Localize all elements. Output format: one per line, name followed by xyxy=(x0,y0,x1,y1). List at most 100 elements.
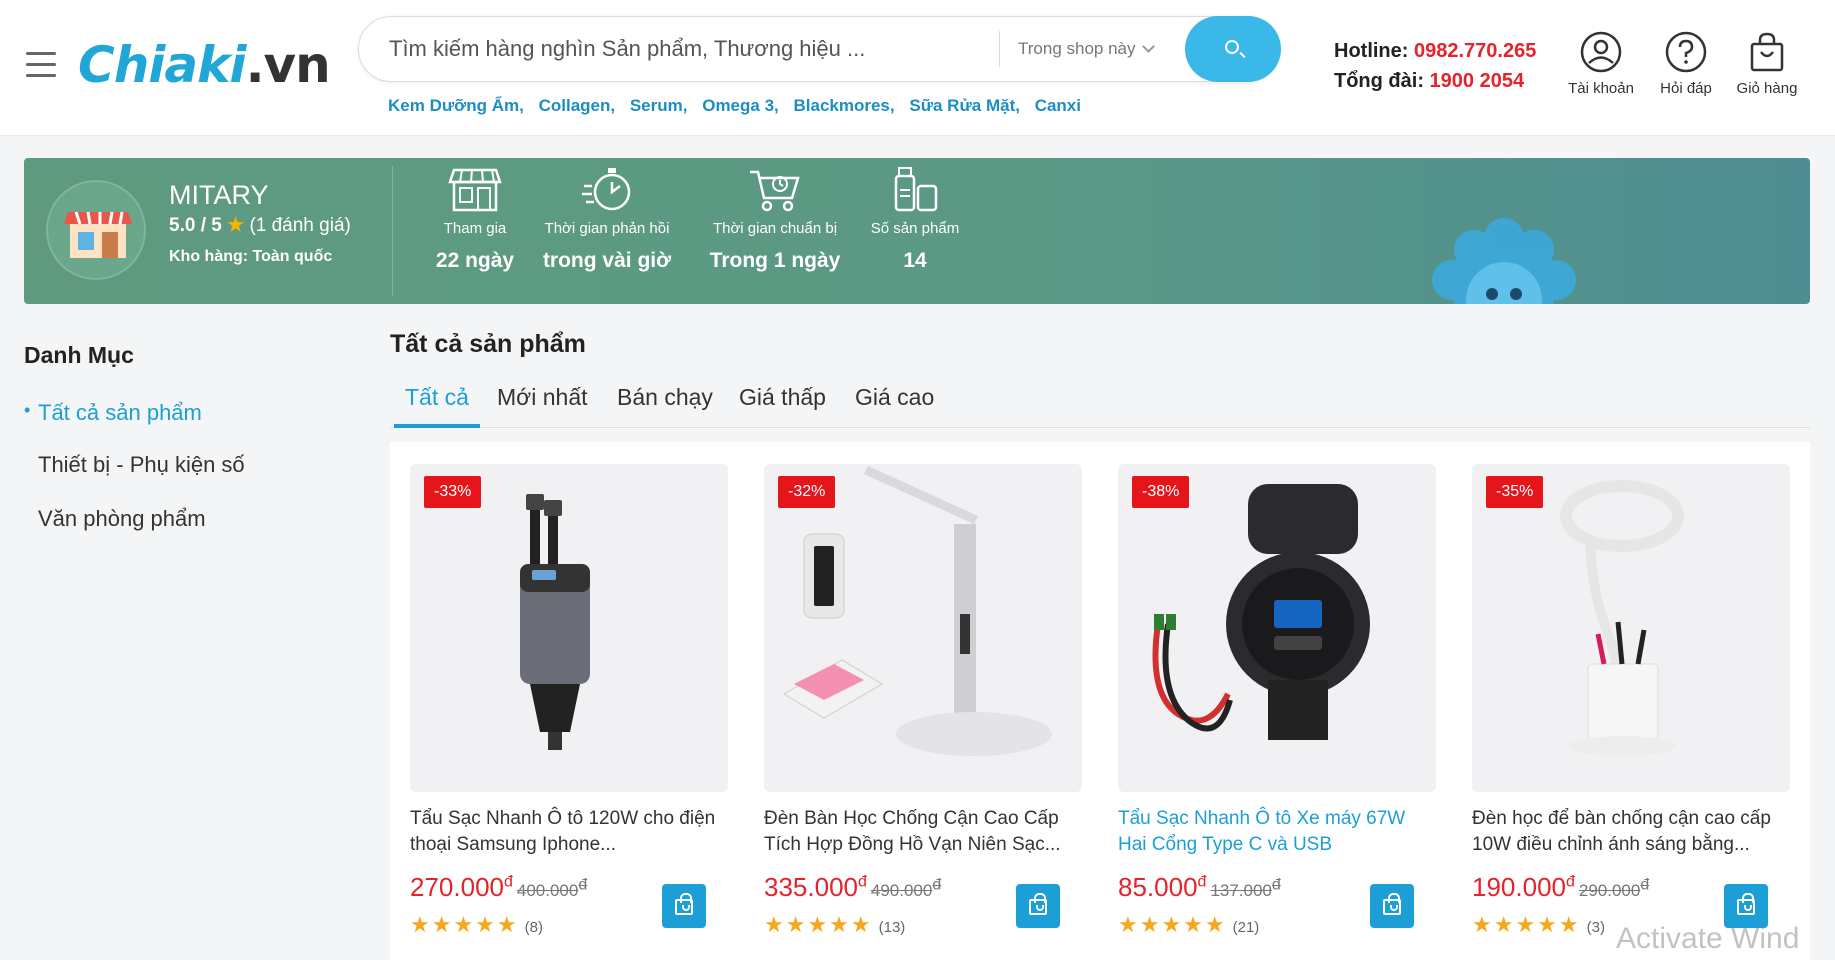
product-card[interactable]: -35% Đèn học để bàn chống cận cao cấp 10… xyxy=(1472,464,1790,960)
stat-label: Thời gian phản hồi xyxy=(544,220,670,237)
product-image[interactable]: -35% xyxy=(1472,464,1790,792)
stat-products: Số sản phẩm 14 xyxy=(850,164,980,273)
shopping-bag-icon xyxy=(1029,893,1047,915)
product-title[interactable]: Đèn Bàn Học Chống Cận Cao Cấp Tích Hợp Đ… xyxy=(764,806,1082,858)
quick-links: Kem Dưỡng Ẩm, Collagen, Serum, Omega 3, … xyxy=(388,96,1091,116)
category-title: Danh Mục xyxy=(24,342,134,368)
stat-value: Trong 1 ngày xyxy=(709,249,841,272)
product-price: 335.000đ 490.000đ xyxy=(764,872,942,902)
star-icon: ★ xyxy=(227,215,245,236)
product-card[interactable]: -33% Tẩu Sạc Nhanh Ô tô 120W cho điện th… xyxy=(410,464,728,960)
cart-button[interactable]: Giỏ hàng xyxy=(1727,30,1807,97)
quick-link[interactable]: Kem Dưỡng Ẩm, xyxy=(388,96,524,115)
quick-link[interactable]: Sữa Rửa Mặt, xyxy=(909,96,1020,115)
shopping-bag-icon xyxy=(675,893,693,915)
search-icon xyxy=(1225,40,1239,54)
help-icon xyxy=(1665,31,1707,73)
product-grid: -33% Tẩu Sạc Nhanh Ô tô 120W cho điện th… xyxy=(390,442,1810,960)
stat-preparation: Thời gian chuẩn bị Trong 1 ngày xyxy=(680,164,870,273)
product-title[interactable]: Đèn học để bàn chống cận cao cấp 10W điề… xyxy=(1472,806,1790,858)
stat-label: Thời gian chuẩn bị xyxy=(712,220,838,237)
product-price: 270.000đ 400.000đ xyxy=(410,872,588,902)
sort-tabs: Tất cả Mới nhất Bán chạy Giá thấp Giá ca… xyxy=(390,378,1810,428)
quick-link[interactable]: Omega 3, xyxy=(702,96,779,115)
cart-clock-icon xyxy=(750,170,800,212)
product-price: 85.000đ 137.000đ xyxy=(1118,872,1281,902)
rating-stars: ★★★★★ (21) xyxy=(1118,912,1260,937)
desk-lamp-image xyxy=(783,466,1052,756)
user-icon xyxy=(1580,31,1622,73)
add-to-cart-button[interactable] xyxy=(1016,884,1060,928)
stat-value: 14 xyxy=(903,249,927,272)
search-bar: Trong shop này xyxy=(358,16,1281,82)
stat-label: Số sản phẩm xyxy=(870,220,960,237)
shop-avatar xyxy=(46,180,146,280)
quick-link[interactable]: Serum, xyxy=(630,96,688,115)
store-icon xyxy=(64,211,132,258)
fast-clock-icon xyxy=(582,168,631,211)
mascot-illustration xyxy=(1432,218,1576,304)
quick-link[interactable]: Collagen, xyxy=(539,96,616,115)
site-header: Chiaki.vn Trong shop này Kem Dưỡng Ẩm, C… xyxy=(0,0,1835,136)
products-icon xyxy=(894,167,938,212)
switchboard-label: Tổng đài: xyxy=(1334,70,1424,92)
discount-badge: -35% xyxy=(1486,476,1544,508)
search-scope-dropdown[interactable]: Trong shop này xyxy=(999,31,1155,67)
account-label: Tài khoản xyxy=(1568,80,1634,97)
faq-label: Hỏi đáp xyxy=(1660,80,1712,97)
search-input[interactable] xyxy=(389,17,989,81)
cart-label: Giỏ hàng xyxy=(1736,80,1798,97)
shop-warehouse: Kho hàng: Toàn quốc xyxy=(169,248,333,265)
site-logo[interactable]: Chiaki.vn xyxy=(78,36,331,94)
discount-badge: -33% xyxy=(424,476,482,508)
stat-value: trong vài giờ xyxy=(542,249,672,272)
product-card[interactable]: -38% Tẩu Sạc Nhanh Ô tô Xe máy 67W Hai C… xyxy=(1118,464,1436,960)
shop-name: MITARY xyxy=(169,180,269,210)
tab-price-high[interactable]: Giá cao xyxy=(844,384,945,428)
quick-link[interactable]: Canxi xyxy=(1035,96,1081,115)
product-image[interactable]: -38% xyxy=(1118,464,1436,792)
account-button[interactable]: Tài khoản xyxy=(1561,30,1641,97)
shop-banner: MITARY 5.0 / 5 ★ (1 đánh giá) Kho hàng: … xyxy=(24,158,1810,304)
faq-button[interactable]: Hỏi đáp xyxy=(1646,30,1726,97)
hotline-info: Hotline: 0982.770.265 Tổng đài: 1900 205… xyxy=(1334,36,1536,96)
menu-icon[interactable] xyxy=(26,52,56,80)
product-image[interactable]: -33% xyxy=(410,464,728,792)
shopping-bag-icon xyxy=(1750,32,1784,72)
tab-bestselling[interactable]: Bán chạy xyxy=(606,384,724,428)
shop-rating: 5.0 / 5 ★ (1 đánh giá) xyxy=(169,215,351,236)
discount-badge: -32% xyxy=(778,476,836,508)
quick-link[interactable]: Blackmores, xyxy=(794,96,895,115)
category-item-digital[interactable]: Thiết bị - Phụ kiện số xyxy=(38,452,245,478)
chevron-down-icon xyxy=(1141,40,1155,53)
hotline-number[interactable]: 0982.770.265 xyxy=(1414,40,1536,62)
tab-newest[interactable]: Mới nhất xyxy=(486,384,599,428)
banner-divider xyxy=(392,166,393,296)
product-title[interactable]: Tẩu Sạc Nhanh Ô tô 120W cho điện thoại S… xyxy=(410,806,728,858)
activation-watermark: Activate Wind xyxy=(1616,922,1800,955)
add-to-cart-button[interactable] xyxy=(662,884,706,928)
tab-all[interactable]: Tất cả xyxy=(394,384,480,428)
product-card[interactable]: -32% Đèn Bàn Học Chống Cận Cao Cấp Tích … xyxy=(764,464,1082,960)
switchboard-number[interactable]: 1900 2054 xyxy=(1430,70,1525,92)
product-title[interactable]: Tẩu Sạc Nhanh Ô tô Xe máy 67W Hai Cổng T… xyxy=(1118,806,1436,858)
shopping-bag-icon xyxy=(1737,893,1755,915)
rating-stars: ★★★★★ (3) xyxy=(1472,912,1605,937)
shopping-bag-icon xyxy=(1383,893,1401,915)
page-title: Tất cả sản phẩm xyxy=(390,330,586,358)
search-button[interactable] xyxy=(1185,16,1281,82)
rating-stars: ★★★★★ (8) xyxy=(410,912,543,937)
product-price: 190.000đ 290.000đ xyxy=(1472,872,1650,902)
usb-socket-image xyxy=(1152,484,1370,740)
rating-stars: ★★★★★ (13) xyxy=(764,912,906,937)
add-to-cart-button[interactable] xyxy=(1370,884,1414,928)
category-item-stationery[interactable]: Văn phòng phẩm xyxy=(38,506,206,532)
category-item-all[interactable]: Tất cả sản phẩm xyxy=(24,400,202,426)
tab-price-low[interactable]: Giá thấp xyxy=(728,384,837,428)
hotline-label: Hotline: xyxy=(1334,40,1409,62)
storefront-icon xyxy=(448,168,502,212)
stat-response: Thời gian phản hồi trong vài giờ xyxy=(512,164,702,273)
ring-lamp-image xyxy=(1560,480,1684,756)
discount-badge: -38% xyxy=(1132,476,1190,508)
product-image[interactable]: -32% xyxy=(764,464,1082,792)
